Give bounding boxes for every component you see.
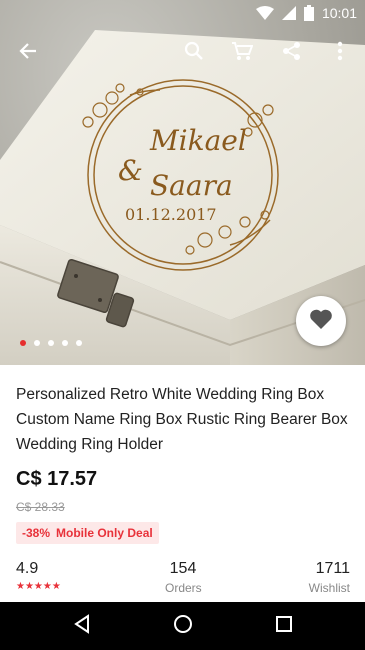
search-icon bbox=[184, 41, 204, 66]
nav-back-button[interactable] bbox=[66, 610, 98, 642]
product-price: C$ 17.57 bbox=[16, 468, 98, 490]
wifi-icon bbox=[255, 5, 274, 20]
back-button[interactable] bbox=[12, 37, 44, 69]
battery-icon bbox=[303, 4, 314, 21]
wishlist-label: Wishlist bbox=[308, 581, 350, 595]
carousel-dot[interactable] bbox=[48, 340, 54, 346]
cart-icon bbox=[231, 41, 254, 66]
nav-home-button[interactable] bbox=[167, 610, 199, 642]
signal-icon bbox=[281, 5, 296, 20]
heart-icon bbox=[309, 308, 333, 335]
deal-label: Mobile Only Deal bbox=[56, 526, 153, 540]
triangle-back-icon bbox=[72, 613, 92, 639]
more-vert-icon bbox=[337, 41, 343, 66]
discount-percent: -38% bbox=[22, 526, 51, 540]
engraving-name2: Saara bbox=[150, 169, 233, 202]
deal-badge: -38% Mobile Only Deal bbox=[16, 522, 159, 544]
product-toolbar bbox=[0, 25, 365, 81]
orders-count: 154 bbox=[169, 560, 197, 577]
wishlist-count: 1711 bbox=[315, 560, 350, 577]
engraving-name1: Mikael bbox=[149, 124, 247, 157]
wishlist-stat[interactable]: 1711 Wishlist bbox=[300, 560, 350, 595]
cart-button[interactable] bbox=[226, 37, 258, 69]
orders-stat[interactable]: 154 Orders bbox=[165, 560, 202, 595]
carousel-dot[interactable] bbox=[34, 340, 40, 346]
status-bar: 10:01 bbox=[0, 0, 365, 25]
rating-stars: ★★★★★ bbox=[16, 581, 61, 592]
share-button[interactable] bbox=[276, 37, 308, 69]
image-carousel-indicator bbox=[20, 340, 90, 346]
engraving-amp: & bbox=[118, 154, 143, 187]
square-recents-icon bbox=[275, 615, 293, 638]
product-stats: 4.9 ★★★★★ 154 Orders 1711 Wishlist bbox=[0, 560, 365, 602]
more-button[interactable] bbox=[324, 37, 356, 69]
search-button[interactable] bbox=[178, 37, 210, 69]
carousel-dot[interactable] bbox=[62, 340, 68, 346]
status-time: 10:01 bbox=[321, 4, 357, 21]
engraving-date: 01.12.2017 bbox=[125, 205, 217, 224]
rating-stat[interactable]: 4.9 ★★★★★ bbox=[16, 560, 61, 592]
arrow-left-icon bbox=[18, 41, 38, 66]
rating-value: 4.9 bbox=[16, 560, 39, 577]
nav-recents-button[interactable] bbox=[268, 610, 300, 642]
orders-label: Orders bbox=[165, 581, 202, 595]
product-title: Personalized Retro White Wedding Ring Bo… bbox=[16, 386, 348, 453]
share-icon bbox=[282, 41, 302, 66]
system-nav-bar bbox=[0, 602, 365, 650]
carousel-dot[interactable] bbox=[76, 340, 82, 346]
original-price: C$ 28.33 bbox=[16, 500, 65, 514]
add-to-wishlist-button[interactable] bbox=[296, 296, 346, 346]
circle-home-icon bbox=[173, 614, 193, 639]
carousel-dot[interactable] bbox=[20, 340, 26, 346]
